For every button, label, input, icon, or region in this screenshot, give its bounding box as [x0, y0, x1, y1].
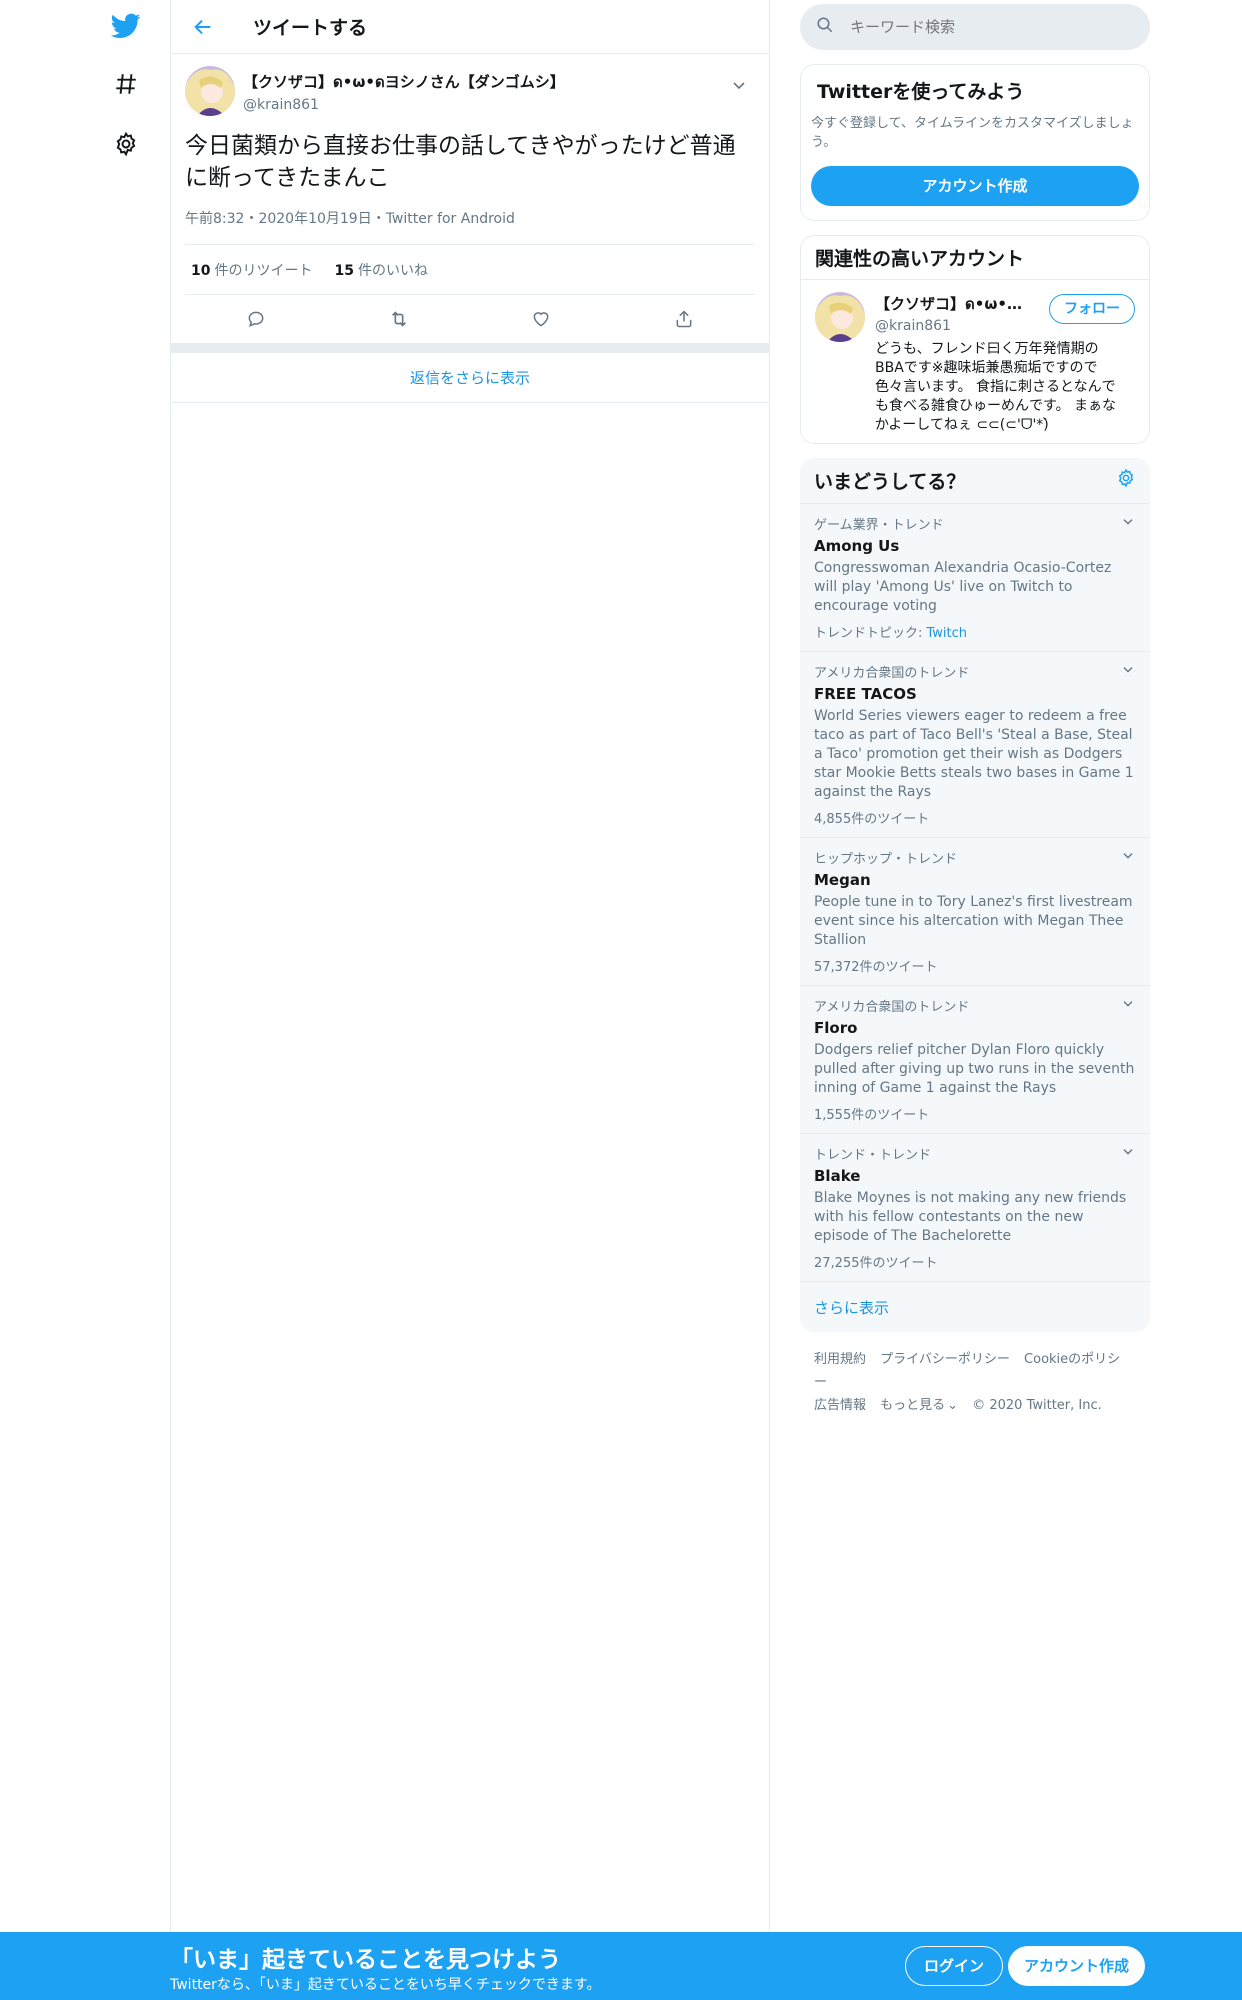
back-arrow-icon[interactable] [185, 9, 221, 45]
trend-topic-label: トレンドトピック: [814, 626, 927, 641]
related-title: 関連性の高いアカウント [801, 236, 1149, 280]
tweet-text: 今日菌類から直接お仕事の話してきやがったけど普通に断ってきたまんこ [185, 133, 736, 191]
footer-link-terms[interactable]: 利用規約 [814, 1352, 866, 1367]
twitter-logo-icon[interactable] [108, 8, 144, 44]
trend-context: トレンド・トレンド [814, 1148, 932, 1163]
like-stat[interactable]: 15 件のいいね [334, 260, 427, 280]
main-column: ツイートする 【クソザコ】ด•ω•ดヨシノさん【ダンゴムシ】 @krain861 [170, 0, 770, 1932]
avatar[interactable] [185, 66, 235, 116]
hashtag-icon[interactable] [108, 66, 144, 102]
trend-context: アメリカ合衆国のトレンド [814, 666, 970, 681]
copyright: © 2020 Twitter, Inc. [972, 1398, 1102, 1413]
trend-context: アメリカ合衆国のトレンド [814, 1000, 970, 1015]
chevron-down-icon[interactable] [1120, 1144, 1136, 1160]
search-icon [816, 16, 834, 38]
follow-button[interactable]: フォロー [1049, 294, 1135, 324]
related-accounts-card: 関連性の高いアカウント 【クソザコ】ด•ω•ด... @krain861 どうも… [800, 235, 1150, 444]
trend-description: Dodgers relief pitcher Dylan Floro quick… [814, 1042, 1135, 1096]
trend-name: Blake [814, 1167, 861, 1185]
trends-title: いまどうしてる？ [814, 471, 966, 493]
like-label: 件のいいね [357, 262, 428, 279]
trend-count: 57,372件のツイート [814, 960, 938, 975]
search-box[interactable] [800, 4, 1150, 50]
main-header: ツイートする [171, 0, 769, 54]
page-title: ツイートする [253, 17, 368, 39]
heart-icon[interactable] [523, 301, 559, 337]
search-input[interactable] [850, 18, 1110, 36]
tweet: 【クソザコ】ด•ω•ดヨシノさん【ダンゴムシ】 @krain861 今日菌類から… [171, 54, 769, 343]
trend-item[interactable]: アメリカ合衆国のトレンド Floro Dodgers relief pitche… [800, 986, 1150, 1134]
bottom-bar-subtitle: Twitterなら、「いま」起きていることをいち早くチェックできます。 [170, 1977, 601, 1993]
trend-item[interactable]: アメリカ合衆国のトレンド FREE TACOS World Series vie… [800, 652, 1150, 838]
signup-button[interactable]: アカウント作成 [1008, 1946, 1146, 1986]
retweet-count: 10 [191, 262, 211, 279]
login-button[interactable]: ログイン [905, 1946, 1004, 1986]
trend-topic-link[interactable]: Twitch [927, 626, 968, 641]
signup-description: 今すぐ登録して、タイムラインをカスタマイズしましょう。 [811, 116, 1134, 150]
separator [171, 343, 769, 353]
gear-icon[interactable] [1116, 468, 1136, 493]
trend-count: 4,855件のツイート [814, 812, 930, 827]
like-count: 15 [334, 262, 354, 279]
create-account-button[interactable]: アカウント作成 [811, 166, 1139, 206]
tweet-stats: 10 件のリツイート 15 件のいいね [185, 245, 755, 295]
bottom-signup-bar: 「いま」起きていることを見つけよう Twitterなら、「いま」起きていることを… [0, 1932, 1242, 2000]
retweet-stat[interactable]: 10 件のリツイート [191, 260, 312, 280]
trend-description: People tune in to Tory Lanez's first liv… [814, 894, 1133, 948]
footer-link-ads[interactable]: 広告情報 [814, 1398, 866, 1413]
bottom-bar-title: 「いま」起きていることを見つけよう [170, 1947, 561, 1973]
retweet-icon[interactable] [381, 301, 417, 337]
footer: 利用規約 プライバシーポリシー Cookieのポリシー 広告情報 もっと見る ⌄ … [800, 1332, 1150, 1417]
related-account[interactable]: 【クソザコ】ด•ω•ด... @krain861 どうも、フレンド曰く万年発情期… [801, 280, 1149, 443]
retweet-label: 件のリツイート [214, 262, 313, 279]
chevron-down-icon[interactable] [729, 76, 749, 96]
avatar[interactable] [815, 292, 865, 342]
trend-name: FREE TACOS [814, 685, 917, 703]
footer-link-privacy[interactable]: プライバシーポリシー [880, 1352, 1010, 1367]
tweet-actions [185, 295, 755, 343]
signup-card: Twitterを使ってみよう 今すぐ登録して、タイムラインをカスタマイズしましょ… [800, 64, 1150, 221]
right-column: Twitterを使ってみよう 今すぐ登録して、タイムラインをカスタマイズしましょ… [800, 0, 1150, 1417]
trends-card: いまどうしてる？ ゲーム業界・トレンド Among Us Congresswom… [800, 458, 1150, 1332]
trend-description: Blake Moynes is not making any new frien… [814, 1190, 1127, 1244]
left-nav [0, 0, 170, 2000]
chevron-down-icon[interactable] [1120, 662, 1136, 678]
trend-topic: トレンドトピック: Twitch [814, 622, 1136, 641]
footer-link-more[interactable]: もっと見る [880, 1398, 945, 1413]
trend-name: Megan [814, 871, 871, 889]
chevron-down-icon[interactable] [1120, 996, 1136, 1012]
trend-name: Floro [814, 1019, 858, 1037]
trend-context: ヒップホップ・トレンド [814, 852, 958, 867]
related-name[interactable]: 【クソザコ】ด•ω•ด... [875, 292, 1025, 316]
gear-icon[interactable] [108, 126, 144, 162]
tweet-timestamp[interactable]: 午前8:32・2020年10月19日・Twitter for Android [185, 208, 755, 245]
trend-item[interactable]: トレンド・トレンド Blake Blake Moynes is not maki… [800, 1134, 1150, 1282]
author-handle[interactable]: @krain861 [243, 97, 565, 113]
author[interactable]: 【クソザコ】ด•ω•ดヨシノさん【ダンゴムシ】 @krain861 [243, 70, 565, 113]
tweet-header: 【クソザコ】ด•ω•ดヨシノさん【ダンゴムシ】 @krain861 [185, 66, 755, 116]
trend-item[interactable]: ゲーム業界・トレンド Among Us Congresswoman Alexan… [800, 504, 1150, 652]
trend-name: Among Us [814, 537, 900, 555]
trend-count: 1,555件のツイート [814, 1108, 930, 1123]
show-more-replies-link[interactable]: 返信をさらに表示 [171, 353, 769, 403]
reply-icon[interactable] [238, 301, 274, 337]
related-bio: どうも、フレンド曰く万年発情期のBBAです※趣味垢兼愚痴垢ですので色々言います。… [875, 341, 1117, 433]
show-more-trends-link[interactable]: さらに表示 [800, 1282, 1150, 1332]
signup-title: Twitterを使ってみよう [817, 81, 1025, 103]
chevron-down-icon[interactable] [1120, 848, 1136, 864]
trend-item[interactable]: ヒップホップ・トレンド Megan People tune in to Tory… [800, 838, 1150, 986]
chevron-down-icon[interactable] [1120, 514, 1136, 530]
trend-count: 27,255件のツイート [814, 1256, 938, 1271]
trend-description: Congresswoman Alexandria Ocasio-Cortez w… [814, 560, 1112, 614]
trend-description: World Series viewers eager to redeem a f… [814, 708, 1134, 800]
chevron-down-icon[interactable]: ⌄ [947, 1398, 958, 1413]
trend-context: ゲーム業界・トレンド [814, 518, 944, 533]
share-icon[interactable] [666, 301, 702, 337]
author-name[interactable]: 【クソザコ】ด•ω•ดヨシノさん【ダンゴムシ】 [243, 70, 565, 94]
trends-header: いまどうしてる？ [800, 458, 1150, 504]
